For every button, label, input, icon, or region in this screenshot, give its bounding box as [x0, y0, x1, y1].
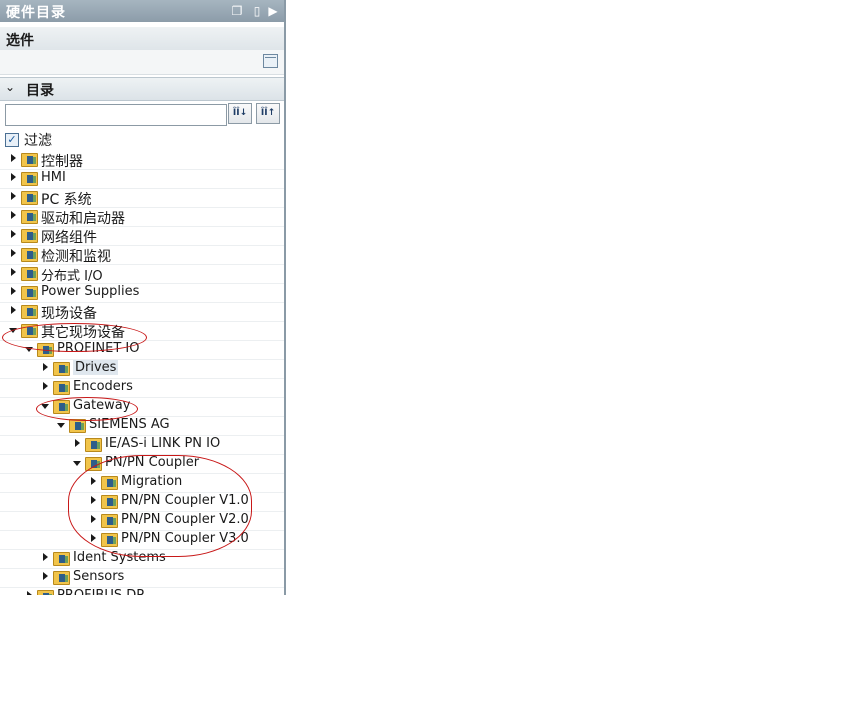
collapsed-arrow-icon[interactable] [75, 439, 80, 447]
folder-icon [53, 571, 70, 585]
restore-window-icon[interactable]: ▯ [250, 3, 264, 19]
panel-splitter[interactable] [284, 0, 286, 595]
catalog-search-input[interactable] [5, 104, 227, 126]
tree-item-label: 现场设备 [41, 306, 97, 322]
tree-item-label: 检测和监视 [41, 249, 111, 265]
collapsed-arrow-icon[interactable] [11, 249, 16, 257]
tree-item[interactable]: SIEMENS AG [0, 416, 284, 436]
panel-title: 硬件目录 [6, 5, 66, 21]
collapse-arrow-icon[interactable]: ▶ [266, 3, 280, 19]
annotation-circle-other-field-devices [2, 323, 147, 352]
chevron-down-icon[interactable]: ⌄ [5, 80, 15, 94]
collapsed-arrow-icon[interactable] [11, 230, 16, 238]
hardware-catalog-panel: 硬件目录 ❐ ▯ ▶ 选件 ⌄ 目录 ÎÎ↓ ÎÎ↑ ✓ 过滤 控制器 HMI PC … [0, 0, 286, 595]
tree-item-label: HMI [41, 170, 66, 185]
tree-item[interactable]: 检测和监视 [0, 245, 284, 265]
options-view-icon[interactable] [263, 54, 278, 68]
tree-item-label: 网络组件 [41, 230, 97, 246]
tree-item[interactable]: PC 系统 [0, 188, 284, 208]
folder-icon [21, 267, 38, 281]
collapsed-arrow-icon[interactable] [11, 192, 16, 200]
tree-item-label: 分布式 I/O [41, 269, 103, 284]
collapsed-arrow-icon[interactable] [11, 268, 16, 276]
tree-item-label: IE/AS-i LINK PN IO [105, 436, 221, 451]
tree-item[interactable]: Encoders [0, 378, 284, 398]
expanded-arrow-icon[interactable] [57, 423, 65, 428]
collapsed-arrow-icon[interactable] [43, 553, 48, 561]
tree-item[interactable]: 控制器 [0, 150, 284, 170]
tree-item[interactable]: 驱动和启动器 [0, 207, 284, 227]
filter-checkbox[interactable]: ✓ [5, 133, 19, 147]
tree-item-label: Sensors [73, 569, 125, 584]
tree-item[interactable]: 分布式 I/O [0, 264, 284, 284]
folder-icon [21, 286, 38, 300]
folder-icon [21, 248, 38, 262]
tree-item-label: Encoders [73, 379, 133, 394]
collapsed-arrow-icon[interactable] [11, 211, 16, 219]
folder-icon [69, 419, 86, 433]
collapsed-arrow-icon[interactable] [11, 154, 16, 162]
filter-label: 过滤 [24, 133, 52, 149]
collapsed-arrow-icon[interactable] [11, 287, 16, 295]
tree-item[interactable]: Drives [0, 359, 284, 379]
tree-item-label: 控制器 [41, 154, 83, 170]
folder-icon [21, 153, 38, 167]
collapsed-arrow-icon[interactable] [43, 572, 48, 580]
panel-titlebar: 硬件目录 ❐ ▯ ▶ [0, 0, 284, 22]
folder-icon [21, 172, 38, 186]
collapsed-arrow-icon[interactable] [11, 306, 16, 314]
tree-item-label: PROFIBUS DP [57, 588, 144, 595]
folder-icon [53, 552, 70, 566]
search-down-icon[interactable]: ÎÎ↓ [228, 103, 252, 124]
folder-icon [53, 381, 70, 395]
folder-icon [85, 438, 102, 452]
catalog-header-label: 目录 [26, 83, 54, 99]
annotation-circle-gateway [36, 397, 138, 421]
tree-item[interactable]: Sensors [0, 568, 284, 588]
folder-icon [37, 590, 54, 595]
tree-item-label: PC 系统 [41, 192, 92, 208]
tree-item[interactable]: PROFIBUS DP [0, 587, 284, 595]
search-up-icon[interactable]: ÎÎ↑ [256, 103, 280, 124]
tree-item[interactable]: Power Supplies [0, 283, 284, 303]
folder-icon [53, 362, 70, 376]
folder-icon [21, 229, 38, 243]
options-section-header[interactable]: 选件 [0, 27, 284, 51]
tree-item-label: 驱动和启动器 [41, 211, 125, 227]
tree-item[interactable]: 网络组件 [0, 226, 284, 246]
catalog-section-header[interactable]: ⌄ 目录 [0, 77, 284, 101]
folder-icon [21, 191, 38, 205]
folder-icon [21, 210, 38, 224]
folder-icon [21, 305, 38, 319]
tree-item-label: Power Supplies [41, 284, 140, 299]
expanded-arrow-icon[interactable] [73, 461, 81, 466]
tree-item[interactable]: HMI [0, 169, 284, 189]
tree-item-label: Drives [73, 360, 119, 375]
annotation-circle-pn-pn-coupler [68, 455, 252, 557]
collapsed-arrow-icon[interactable] [11, 173, 16, 181]
collapsed-arrow-icon[interactable] [43, 382, 48, 390]
float-window-icon[interactable]: ❐ [230, 3, 244, 19]
tree-item[interactable]: 现场设备 [0, 302, 284, 322]
options-toolbar [0, 50, 284, 75]
collapsed-arrow-icon[interactable] [43, 363, 48, 371]
options-header-label: 选件 [6, 33, 34, 49]
collapsed-arrow-icon[interactable] [27, 591, 32, 595]
tree-item[interactable]: IE/AS-i LINK PN IO [0, 435, 284, 455]
filter-checkbox-row[interactable]: ✓ 过滤 [5, 130, 52, 149]
